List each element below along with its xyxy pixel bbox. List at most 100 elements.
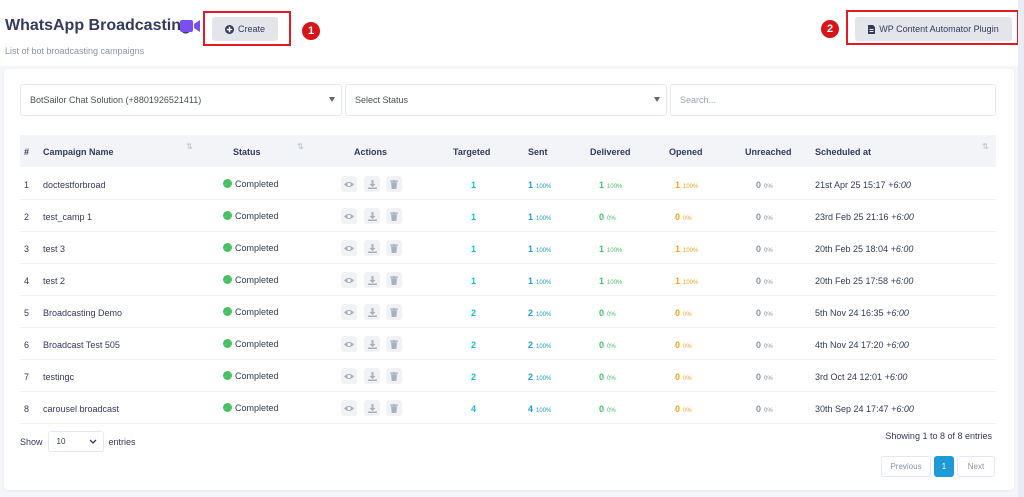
delivered-stat: 0 0% (599, 340, 616, 350)
eye-icon[interactable] (341, 240, 357, 256)
unreached-stat: 0 0% (756, 372, 773, 382)
delivered-stat: 1 100% (599, 180, 622, 190)
status-text: Completed (235, 243, 279, 253)
file-icon (868, 24, 876, 34)
page-header: WhatsApp Broadcasting List of bot broadc… (0, 0, 1024, 66)
status-text: Completed (235, 403, 279, 413)
scheduled-datetime: 20th Feb 25 18:04 (815, 244, 889, 254)
download-icon[interactable] (364, 336, 380, 352)
eye-icon[interactable] (341, 336, 357, 352)
opened-stat: 0 0% (675, 308, 692, 318)
trash-icon[interactable] (386, 336, 402, 352)
sort-icon[interactable]: ⇅ (297, 142, 304, 151)
delivered-count: 0 (599, 404, 605, 414)
status-badge: Completed (223, 371, 279, 381)
status-dot-icon (223, 211, 232, 220)
trash-icon[interactable] (386, 304, 402, 320)
eye-icon[interactable] (341, 272, 357, 288)
col-num[interactable]: # (24, 147, 29, 157)
trash-icon[interactable] (386, 208, 402, 224)
opened-percent: 0% (683, 312, 692, 318)
trash-icon[interactable] (386, 400, 402, 416)
sent-stat: 2 100% (528, 340, 551, 350)
targeted-count: 4 (471, 404, 477, 414)
sort-icon[interactable]: ⇅ (186, 142, 193, 151)
trash-icon[interactable] (386, 368, 402, 384)
targeted-count: 1 (471, 212, 477, 222)
entries-select[interactable]: 10 (47, 431, 104, 452)
sent-count: 1 (528, 276, 534, 286)
opened-percent: 100% (683, 248, 699, 254)
sort-icon[interactable]: ⇅ (982, 142, 989, 151)
download-icon[interactable] (364, 400, 380, 416)
campaign-name: test_camp 1 (43, 212, 93, 222)
row-number: 4 (24, 276, 30, 286)
col-status[interactable]: Status (233, 147, 261, 157)
download-icon[interactable] (364, 240, 380, 256)
eye-icon[interactable] (341, 208, 357, 224)
opened-stat: 1 100% (675, 244, 698, 254)
scheduled-timezone: +6:00 (890, 276, 914, 286)
sent-count: 1 (528, 244, 534, 254)
opened-count: 1 (675, 276, 681, 286)
highlight-box-1 (203, 11, 291, 46)
table-row: 2 test_camp 1 Completed 1 1 100% 0 0% 0 0% 0 0% 23rd… (20, 200, 996, 232)
scheduled-at: 23rd Feb 25 21:16 +6:00 (815, 212, 914, 222)
col-scheduled-at[interactable]: Scheduled at (815, 147, 871, 157)
row-number: 2 (24, 212, 30, 222)
eye-icon[interactable] (341, 368, 357, 384)
unreached-percent: 0% (764, 216, 773, 222)
status-badge: Completed (223, 403, 279, 413)
wp-button-label: WP Content Automator Plugin (879, 24, 999, 34)
col-campaign-name[interactable]: Campaign Name (43, 147, 114, 157)
wp-content-automator-button[interactable]: WP Content Automator Plugin (855, 17, 1012, 41)
search-input[interactable]: Search... (670, 84, 996, 116)
scheduled-at: 21st Apr 25 15:17 +6:00 (815, 180, 911, 190)
status-dot-icon (223, 371, 232, 380)
trash-icon[interactable] (386, 176, 402, 192)
campaign-name: doctestforbroad (43, 180, 106, 190)
trash-icon[interactable] (386, 272, 402, 288)
scheduled-datetime: 4th Nov 24 17:20 (815, 340, 884, 350)
opened-count: 0 (675, 340, 681, 350)
download-icon[interactable] (364, 272, 380, 288)
download-icon[interactable] (364, 368, 380, 384)
status-select-value: Select Status (355, 95, 409, 105)
status-dot-icon (223, 339, 232, 348)
col-delivered[interactable]: Delivered (590, 147, 631, 157)
unreached-percent: 0% (764, 248, 773, 254)
unreached-count: 0 (756, 244, 762, 254)
download-icon[interactable] (364, 208, 380, 224)
eye-icon[interactable] (341, 400, 357, 416)
eye-icon[interactable] (341, 304, 357, 320)
delivered-count: 0 (599, 340, 605, 350)
account-select[interactable]: BotSailor Chat Solution (+8801926521411) (20, 84, 342, 116)
trash-icon[interactable] (386, 240, 402, 256)
opened-stat: 0 0% (675, 212, 692, 222)
col-sent[interactable]: Sent (528, 147, 548, 157)
col-unreached[interactable]: Unreached (745, 147, 792, 157)
status-badge: Completed (223, 243, 279, 253)
opened-count: 0 (675, 372, 681, 382)
pagination-page-1[interactable]: 1 (934, 456, 954, 477)
status-select[interactable]: Select Status (345, 84, 667, 116)
col-targeted[interactable]: Targeted (453, 147, 490, 157)
col-opened[interactable]: Opened (669, 147, 703, 157)
sent-stat: 1 100% (528, 244, 551, 254)
status-text: Completed (235, 339, 279, 349)
pagination-previous[interactable]: Previous (881, 456, 931, 477)
unreached-stat: 0 0% (756, 212, 773, 222)
eye-icon[interactable] (341, 176, 357, 192)
scheduled-timezone: +6:00 (891, 404, 914, 414)
download-icon[interactable] (364, 176, 380, 192)
row-number: 3 (24, 244, 30, 254)
download-icon[interactable] (364, 304, 380, 320)
sent-percent: 100% (536, 216, 552, 222)
table-row: 7 testingc Completed 2 2 100% 0 0% 0 0% 0 0% 3rd Oct… (20, 360, 996, 392)
sent-count: 1 (528, 212, 534, 222)
table-header: # Campaign Name ⇅ Status ⇅ Actions Targe… (20, 135, 996, 167)
pagination-next[interactable]: Next (957, 456, 995, 477)
page-length-control: Show 10 entries (20, 431, 136, 452)
unreached-stat: 0 0% (756, 276, 773, 286)
opened-percent: 100% (683, 280, 699, 286)
